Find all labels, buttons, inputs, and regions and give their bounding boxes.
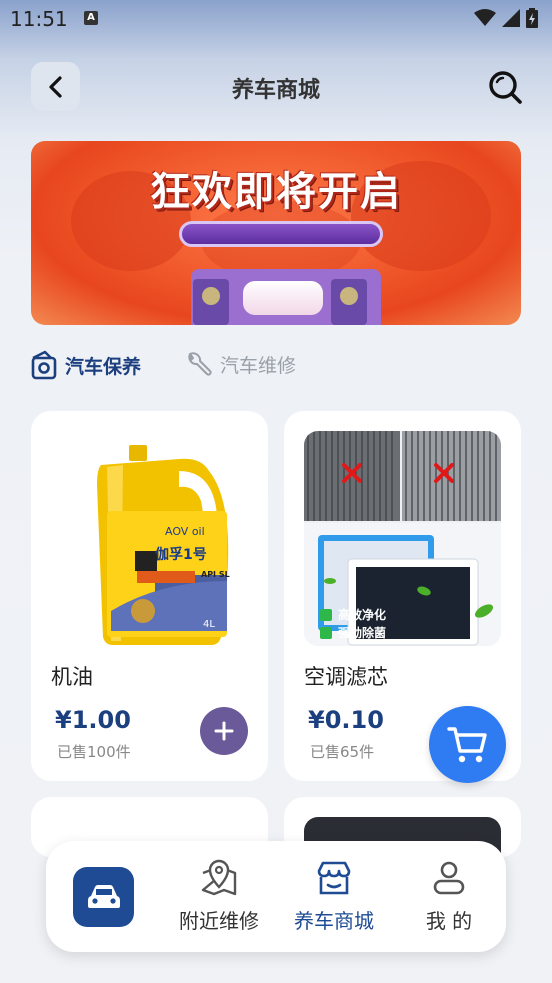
status-bar: 11:51 A <box>0 0 552 40</box>
status-icons <box>474 8 538 28</box>
tab-car-repair[interactable]: 汽车维修 <box>184 350 296 378</box>
signal-icon <box>502 9 520 27</box>
oil-brand-label: AOV oil <box>165 525 205 538</box>
nav-item-nearby-repair[interactable]: 附近维修 <box>164 859 274 934</box>
product-image: AOV oil 伽孚1号 API SL 4L <box>51 431 248 646</box>
shopping-cart-icon <box>446 726 487 762</box>
oil-volume-label: 4L <box>203 619 215 630</box>
wrench-icon <box>188 352 212 376</box>
tab-label: 汽车保养 <box>65 355 142 378</box>
car-icon <box>87 885 120 908</box>
map-pin-icon <box>201 859 237 896</box>
banner-bar <box>179 221 383 247</box>
banner-stage-center <box>243 281 323 315</box>
speaker-right <box>331 279 367 325</box>
nav-label: 养车商城 <box>294 909 374 933</box>
product-sold-count: 已售100件 <box>57 743 131 761</box>
bottom-nav: 附近维修 养车商城 我 的 <box>46 841 506 952</box>
product-name: 机油 <box>51 665 93 689</box>
oil-product-label: 伽孚1号 <box>155 546 207 563</box>
battery-icon <box>526 8 538 28</box>
banner-headline: 狂欢即将开启 <box>150 169 402 215</box>
user-icon <box>433 861 465 895</box>
product-price: ¥1.00 <box>55 706 131 734</box>
promo-banner[interactable]: 狂欢即将开启 <box>31 141 521 325</box>
add-to-cart-button[interactable] <box>200 707 248 755</box>
wifi-icon <box>474 9 496 26</box>
search-button[interactable] <box>487 69 523 105</box>
product-sold-count: 已售65件 <box>310 743 375 761</box>
status-time: 11:51 <box>10 7 68 31</box>
product-price: ¥0.10 <box>308 706 384 734</box>
speaker-left <box>193 279 229 325</box>
tab-car-maintenance[interactable]: 汽车保养 <box>31 350 141 380</box>
cart-button[interactable] <box>429 706 506 783</box>
nav-label: 附近维修 <box>179 909 259 933</box>
store-icon <box>317 861 351 895</box>
wallet-icon <box>31 350 57 380</box>
filter-feature-2: 强劲除菌 <box>338 625 386 640</box>
search-icon <box>489 71 522 104</box>
oil-grade-label: API SL <box>201 570 230 579</box>
product-name: 空调滤芯 <box>304 665 388 689</box>
nav-item-shop[interactable]: 养车商城 <box>279 859 389 934</box>
tab-label: 汽车维修 <box>220 354 297 377</box>
product-card[interactable]: AOV oil 伽孚1号 API SL 4L 机油 ¥1.00 已售100件 <box>31 411 268 781</box>
notification-icon: A <box>84 11 98 25</box>
product-image: 高效净化 强劲除菌 <box>304 431 501 646</box>
plus-icon <box>214 721 234 741</box>
page-title: 养车商城 <box>231 78 320 103</box>
nav-home-button[interactable] <box>73 867 134 927</box>
nav-item-profile[interactable]: 我 的 <box>394 859 504 934</box>
nav-label: 我 的 <box>425 909 473 933</box>
filter-feature-1: 高效净化 <box>338 607 386 622</box>
